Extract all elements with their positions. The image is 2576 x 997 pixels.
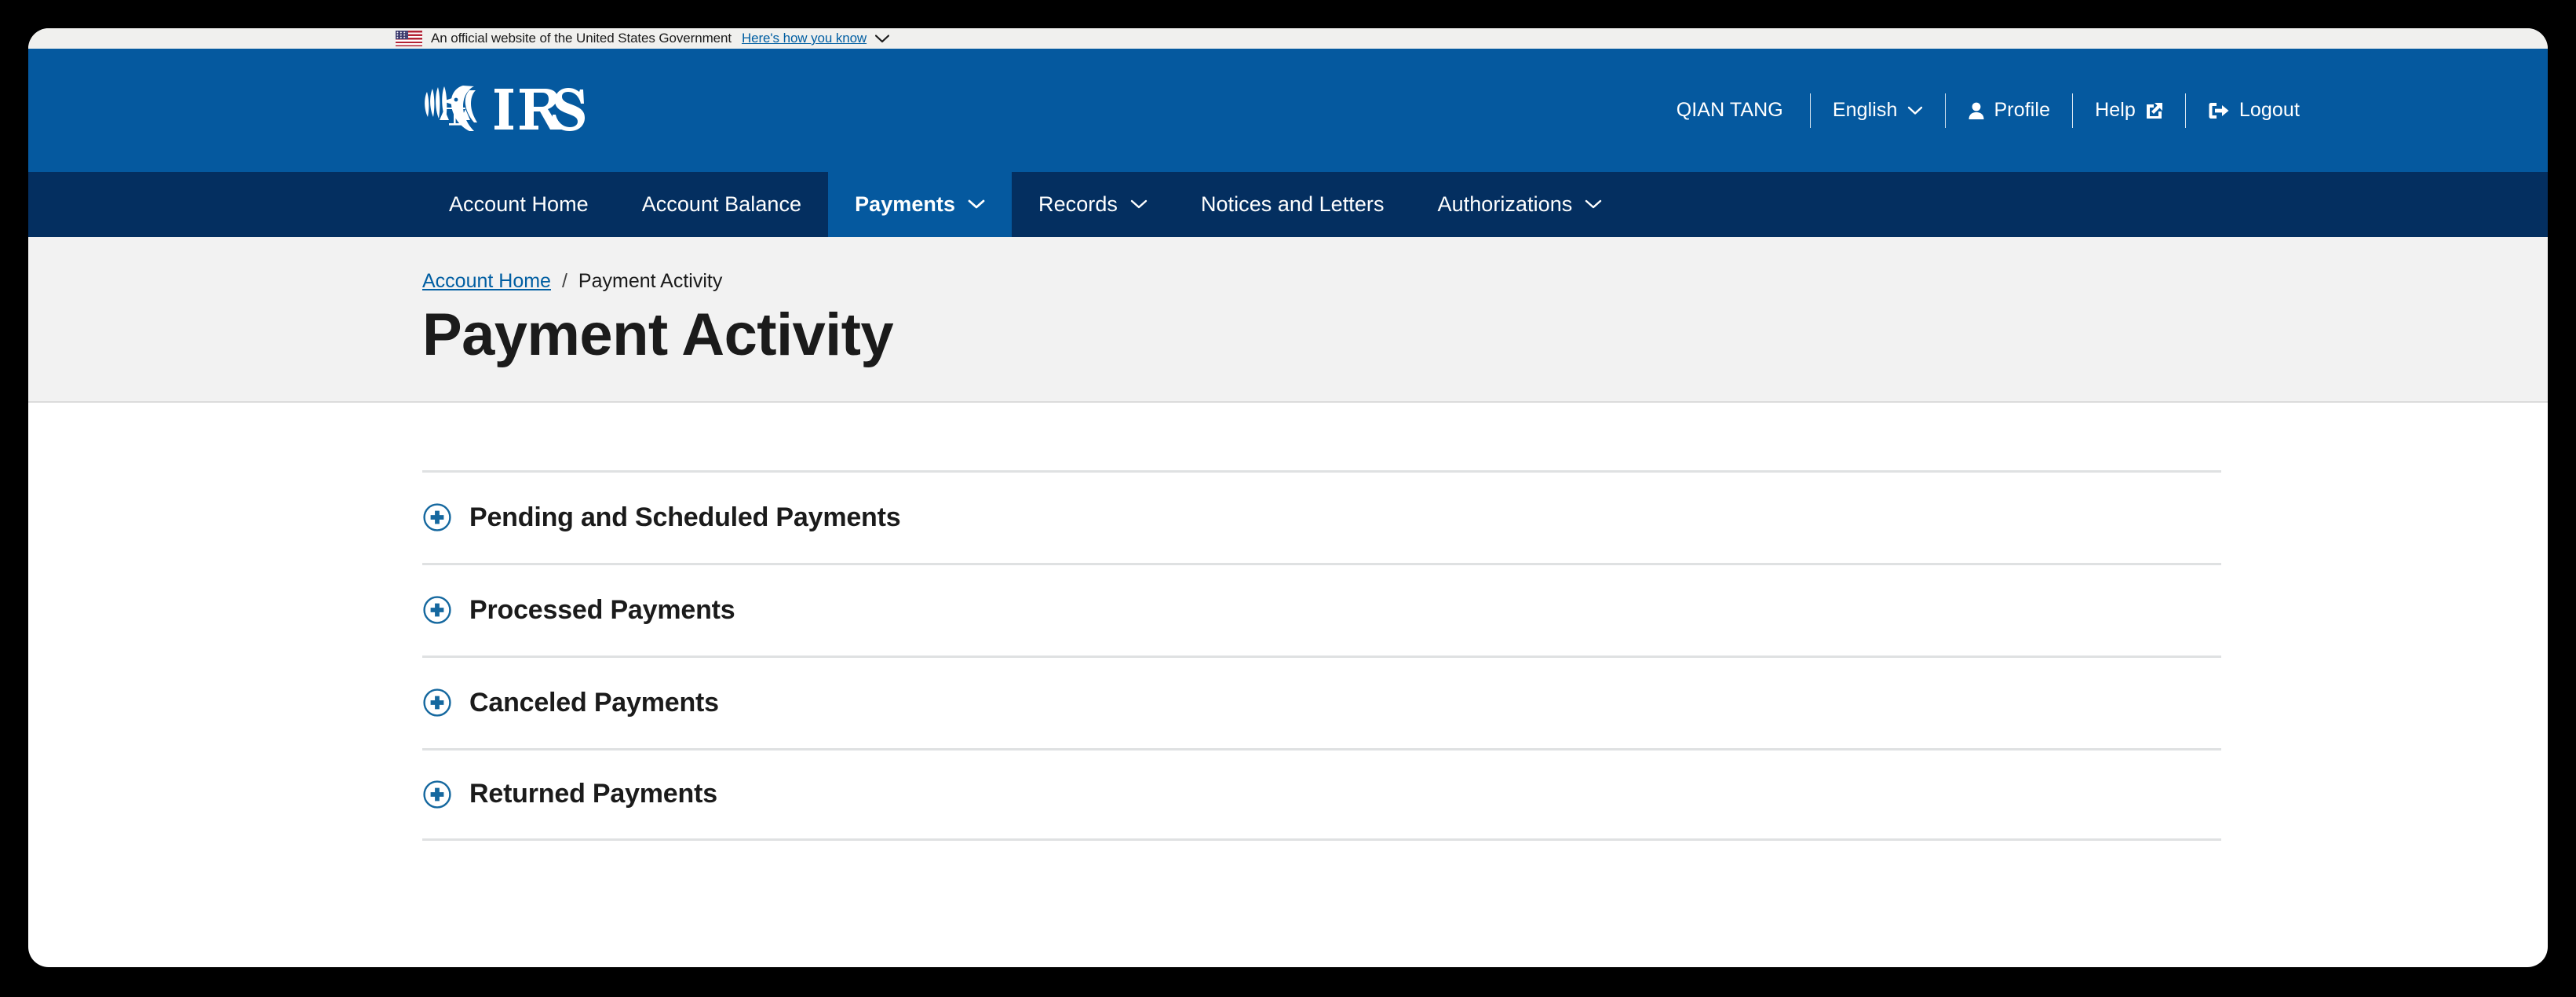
profile-link[interactable]: Profile — [1946, 99, 2073, 122]
gov-banner: An official website of the United States… — [28, 28, 2548, 49]
nav-item-account-balance[interactable]: Account Balance — [615, 172, 828, 237]
chevron-down-icon — [968, 199, 985, 210]
chevron-down-icon — [1907, 106, 1923, 115]
plus-circle-icon — [422, 780, 452, 809]
main-content: Pending and Scheduled Payments Processed… — [28, 402, 2548, 841]
nav-label: Notices and Letters — [1200, 192, 1385, 216]
nav-label: Authorizations — [1437, 192, 1573, 216]
payment-activity-accordion: Pending and Scheduled Payments Processed… — [422, 469, 2221, 841]
chevron-down-icon — [1585, 199, 1602, 210]
nav-item-authorizations[interactable]: Authorizations — [1411, 172, 1629, 237]
language-selector[interactable]: English — [1811, 99, 1945, 122]
logout-link[interactable]: Logout — [2186, 99, 2322, 122]
us-flag-icon — [396, 31, 422, 46]
breadcrumb: Account Home / Payment Activity — [422, 270, 2548, 293]
chevron-down-icon — [1130, 199, 1148, 210]
irs-logo[interactable] — [422, 49, 587, 172]
profile-label: Profile — [1994, 99, 2051, 121]
accordion-item-pending-and-scheduled-payments[interactable]: Pending and Scheduled Payments — [422, 469, 2221, 563]
plus-circle-icon — [422, 502, 452, 532]
site-header: QIAN TANG English Profile Help Logout — [28, 49, 2548, 172]
nav-label: Account Balance — [641, 192, 802, 216]
divider — [2072, 93, 2074, 128]
nav-label: Account Home — [449, 192, 589, 216]
nav-label: Records — [1038, 192, 1118, 216]
help-label: Help — [2095, 99, 2136, 121]
user-icon — [1968, 101, 1985, 120]
sign-out-icon — [2208, 101, 2230, 120]
header-utility-nav: QIAN TANG English Profile Help Logout — [1655, 93, 2322, 128]
breadcrumb-separator: / — [561, 270, 567, 292]
nav-item-account-home[interactable]: Account Home — [422, 172, 615, 237]
accordion-item-processed-payments[interactable]: Processed Payments — [422, 562, 2221, 656]
heres-how-you-know-link[interactable]: Here's how you know — [742, 31, 867, 46]
divider — [1944, 93, 1946, 128]
accordion-label: Returned Payments — [469, 779, 717, 809]
plus-circle-icon — [422, 595, 452, 625]
nav-item-payments[interactable]: Payments — [828, 172, 1013, 237]
breadcrumb-current: Payment Activity — [578, 270, 723, 292]
plus-circle-icon — [422, 688, 452, 718]
page-hero: Account Home / Payment Activity Payment … — [28, 237, 2548, 403]
external-link-icon — [2145, 101, 2163, 119]
breadcrumb-link-account-home[interactable]: Account Home — [422, 270, 551, 293]
username-display: QIAN TANG — [1676, 99, 1783, 121]
nav-label: Payments — [855, 192, 956, 216]
nav-item-records[interactable]: Records — [1012, 172, 1174, 237]
accordion-label: Processed Payments — [469, 594, 735, 625]
accordion-item-returned-payments[interactable]: Returned Payments — [422, 747, 2221, 841]
nav-item-notices-and-letters[interactable]: Notices and Letters — [1174, 172, 1411, 237]
divider — [2184, 93, 2186, 128]
language-label: English — [1832, 99, 1898, 121]
logout-label: Logout — [2238, 99, 2300, 121]
accordion-item-canceled-payments[interactable]: Canceled Payments — [422, 655, 2221, 748]
gov-banner-text: An official website of the United States… — [431, 31, 732, 46]
browser-viewport: An official website of the United States… — [28, 28, 2548, 967]
main-navigation: Account Home Account Balance Payments Re… — [28, 172, 2548, 237]
help-link[interactable]: Help — [2073, 99, 2185, 122]
chevron-down-icon[interactable] — [875, 34, 890, 43]
divider — [1809, 93, 1811, 128]
page-title: Payment Activity — [422, 301, 894, 368]
accordion-label: Canceled Payments — [469, 687, 719, 718]
accordion-label: Pending and Scheduled Payments — [469, 502, 901, 532]
